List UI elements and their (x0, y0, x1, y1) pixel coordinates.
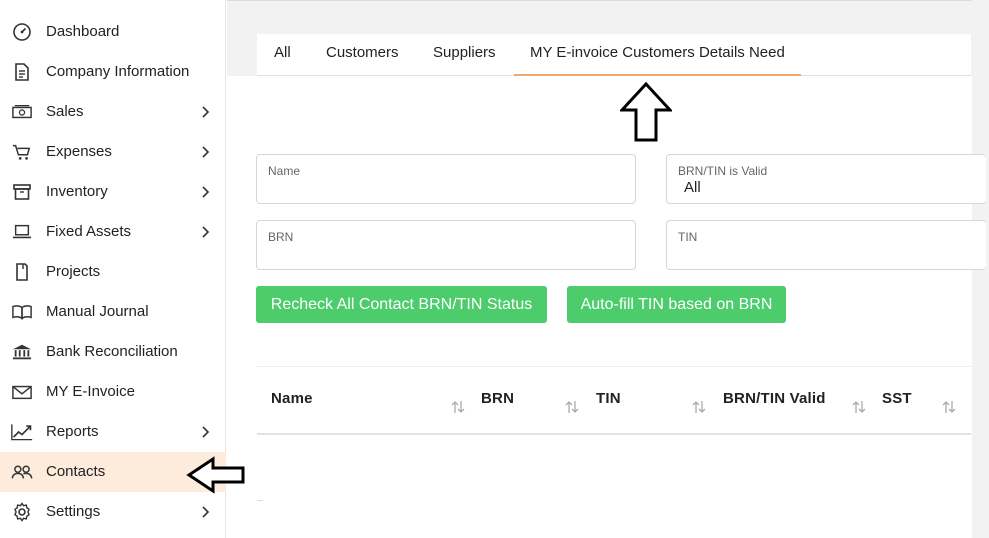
sidebar-item-label: Dashboard (46, 23, 120, 40)
sidebar-item-label: MY E-Invoice (46, 383, 135, 400)
name-input[interactable] (268, 179, 618, 199)
tab-my-e-invoice-customers-details-need[interactable]: MY E-invoice Customers Details Need (514, 34, 801, 76)
sidebar-item-label: Expenses (46, 143, 112, 160)
chevron-right-icon (200, 505, 212, 519)
sidebar-item-company-information[interactable]: Company Information (0, 52, 226, 92)
table-header: Name BRN TIN BRN/TIN Valid SST (257, 367, 971, 435)
sidebar-item-label: Contacts (46, 463, 106, 480)
table-body (257, 436, 971, 500)
sidebar-item-expenses[interactable]: Expenses (0, 132, 226, 172)
top-divider (227, 0, 972, 4)
sidebar-item-inventory[interactable]: Inventory (0, 172, 226, 212)
sort-icon[interactable] (564, 399, 580, 415)
sidebar-item-fixed-assets[interactable]: Fixed Assets (0, 212, 226, 252)
bank-icon (11, 342, 33, 362)
sidebar-item-projects[interactable]: Projects (0, 252, 226, 292)
sort-icon[interactable] (851, 399, 867, 415)
contacts-icon (11, 462, 33, 482)
name-filter-label: Name (268, 164, 301, 178)
sort-icon[interactable] (941, 399, 957, 415)
sidebar-item-label: Manual Journal (46, 303, 149, 320)
sidebar-item-manual-journal[interactable]: Manual Journal (0, 292, 226, 332)
book-icon (11, 302, 33, 322)
tin-input[interactable] (678, 245, 968, 265)
brn-filter-label: BRN (268, 230, 294, 244)
envelope-icon (11, 382, 33, 402)
tab-customers[interactable]: Customers (310, 34, 415, 76)
column-header-brn-tin-valid[interactable]: BRN/TIN Valid (723, 390, 826, 407)
brn-tin-valid-select[interactable]: BRN/TIN is Valid All (666, 154, 986, 204)
sidebar-item-label: Sales (46, 103, 84, 120)
laptop-icon (11, 222, 33, 242)
sidebar-item-label: Reports (46, 423, 99, 440)
sidebar-item-label: Fixed Assets (46, 223, 132, 240)
column-header-tin[interactable]: TIN (596, 390, 621, 407)
sidebar-item-label: Projects (46, 263, 101, 280)
sidebar-item-label: Company Information (46, 63, 190, 80)
document-icon (11, 62, 33, 82)
sidebar-item-reports[interactable]: Reports (0, 412, 226, 452)
sort-icon[interactable] (450, 399, 466, 415)
gear-icon (11, 502, 33, 522)
tab-suppliers[interactable]: Suppliers (417, 34, 512, 76)
clipboard-icon (11, 262, 33, 282)
row-divider (257, 500, 263, 501)
brn-input[interactable] (268, 245, 618, 265)
chevron-right-icon (200, 185, 212, 199)
arrow-left-icon (186, 456, 245, 494)
chevron-right-icon (200, 425, 212, 439)
auto-fill-tin-button[interactable]: Auto-fill TIN based on BRN (567, 286, 786, 323)
dashboard-icon (11, 22, 33, 42)
sidebar-item-dashboard[interactable]: Dashboard (0, 12, 226, 52)
sidebar-item-my-e-invoice[interactable]: MY E-Invoice (0, 372, 226, 412)
box-icon (11, 182, 33, 202)
brn-tin-valid-value: All (684, 179, 701, 196)
cart-icon (11, 142, 33, 162)
brn-tin-valid-label: BRN/TIN is Valid (678, 164, 768, 178)
chevron-right-icon (200, 225, 212, 239)
column-header-brn[interactable]: BRN (481, 390, 514, 407)
column-header-sst[interactable]: SST (882, 390, 912, 407)
chevron-right-icon (200, 105, 212, 119)
tab-bar: All Customers Suppliers MY E-invoice Cus… (257, 34, 971, 76)
sidebar-item-bank-reconciliation[interactable]: Bank Reconciliation (0, 332, 226, 372)
chevron-right-icon (200, 145, 212, 159)
brn-filter-field[interactable]: BRN (256, 220, 636, 270)
recheck-brn-tin-status-button[interactable]: Recheck All Contact BRN/TIN Status (256, 286, 547, 323)
sidebar-item-label: Bank Reconciliation (46, 343, 178, 360)
sidebar-item-sales[interactable]: Sales (0, 92, 226, 132)
column-header-name[interactable]: Name (271, 390, 313, 407)
cash-icon (11, 102, 33, 122)
tin-filter-label: TIN (678, 230, 698, 244)
sort-icon[interactable] (691, 399, 707, 415)
arrow-up-icon (620, 82, 672, 142)
sidebar-item-label: Inventory (46, 183, 108, 200)
chart-icon (11, 422, 33, 442)
tin-filter-field[interactable]: TIN (666, 220, 986, 270)
tab-all[interactable]: All (258, 34, 307, 76)
sidebar-item-settings[interactable]: Settings (0, 492, 226, 532)
name-filter-field[interactable]: Name (256, 154, 636, 204)
sidebar-item-label: Settings (46, 503, 101, 520)
